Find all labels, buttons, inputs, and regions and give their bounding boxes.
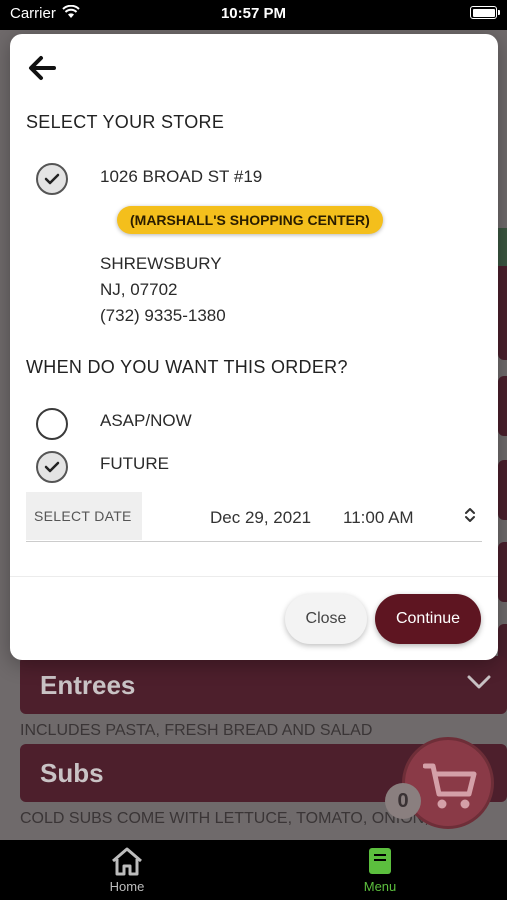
select-date-label: SELECT DATE bbox=[26, 492, 142, 540]
store-phone: (732) 9335-1380 bbox=[100, 306, 226, 325]
tab-home[interactable]: Home bbox=[77, 846, 177, 894]
store-selection-modal: SELECT YOUR STORE 1026 BROAD ST #19 (MAR… bbox=[10, 34, 498, 660]
cart-count-badge: 0 bbox=[385, 783, 421, 819]
category-title: Subs bbox=[40, 758, 104, 788]
store-city: SHREWSBURY bbox=[100, 254, 222, 273]
cart-icon bbox=[423, 763, 477, 809]
store-state-zip: NJ, 07702 bbox=[100, 280, 178, 299]
chevron-down-icon bbox=[467, 674, 491, 695]
tab-label: Home bbox=[109, 879, 145, 894]
category-edge bbox=[498, 292, 507, 360]
category-title: Entrees bbox=[40, 670, 136, 700]
time-value[interactable]: 11:00 AM bbox=[343, 508, 414, 528]
asap-label: ASAP/NOW bbox=[100, 411, 192, 430]
store-location-badge: (MARSHALL'S SHOPPING CENTER) bbox=[117, 206, 383, 234]
store-address: 1026 BROAD ST #19 bbox=[100, 167, 263, 186]
home-icon bbox=[112, 847, 142, 876]
category-edge-green bbox=[498, 228, 507, 266]
status-time: 10:57 PM bbox=[220, 5, 287, 22]
close-button[interactable]: Close bbox=[285, 594, 367, 644]
future-label: FUTURE bbox=[100, 454, 169, 473]
tab-bar: Home Menu bbox=[0, 840, 507, 900]
future-radio[interactable] bbox=[36, 451, 68, 483]
battery-icon bbox=[470, 6, 500, 19]
arrow-left-icon bbox=[29, 56, 56, 80]
tab-menu[interactable]: Menu bbox=[330, 846, 430, 894]
store-radio[interactable] bbox=[36, 163, 68, 195]
date-value[interactable]: Dec 29, 2021 bbox=[210, 508, 311, 528]
category-edge bbox=[498, 542, 507, 602]
asap-radio[interactable] bbox=[36, 408, 68, 440]
cart-button[interactable] bbox=[402, 737, 494, 829]
checkmark-icon bbox=[44, 461, 60, 473]
modal-divider bbox=[10, 576, 498, 577]
category-entrees[interactable]: Entrees bbox=[20, 656, 507, 714]
category-edge bbox=[498, 460, 507, 520]
tab-label: Menu bbox=[363, 879, 397, 894]
menu-book-icon bbox=[369, 848, 391, 874]
category-description: INCLUDES PASTA, FRESH BREAD AND SALAD bbox=[20, 722, 373, 739]
chevron-up-down-icon[interactable] bbox=[464, 506, 476, 529]
back-button[interactable] bbox=[26, 52, 58, 84]
continue-button[interactable]: Continue bbox=[375, 594, 481, 644]
status-bar: Carrier 10:57 PM bbox=[0, 0, 507, 30]
order-time-heading: WHEN DO YOU WANT THIS ORDER? bbox=[26, 357, 348, 377]
category-edge bbox=[498, 376, 507, 436]
checkmark-icon bbox=[44, 173, 60, 185]
date-time-picker[interactable]: SELECT DATE Dec 29, 2021 11:00 AM bbox=[26, 492, 482, 542]
select-store-heading: SELECT YOUR STORE bbox=[26, 112, 225, 132]
